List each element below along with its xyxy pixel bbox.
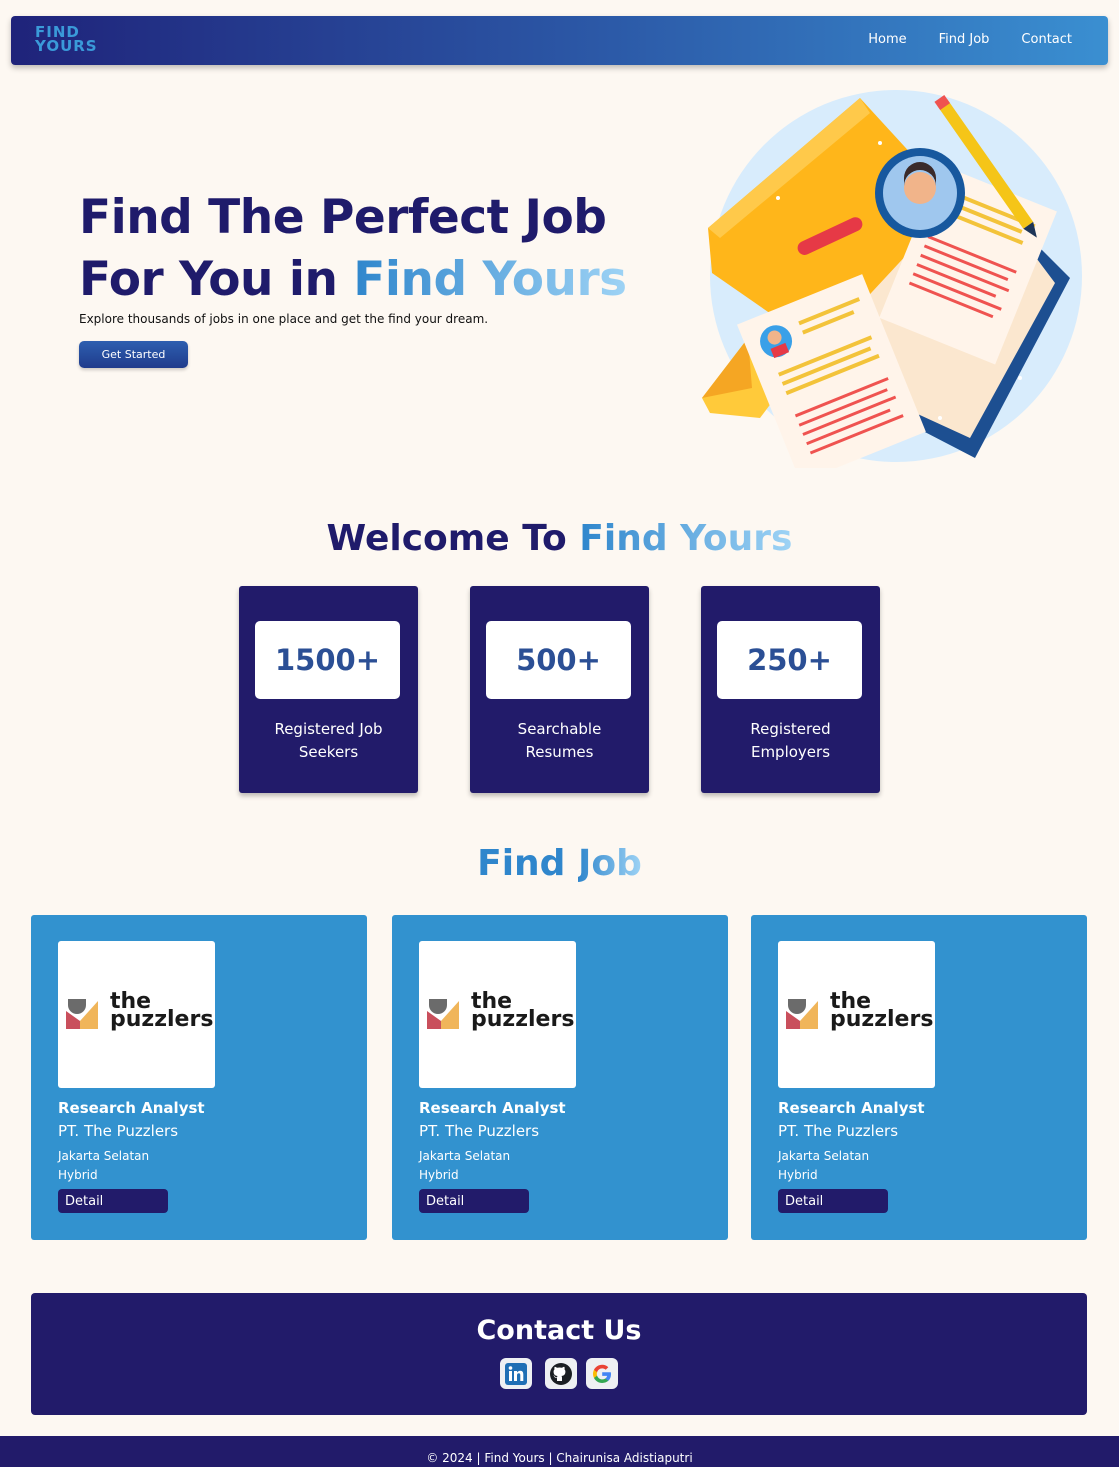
logo-word-puzzlers: puzzlers <box>830 1007 934 1032</box>
job-type: Hybrid <box>419 1168 459 1182</box>
github-icon[interactable] <box>545 1358 577 1389</box>
hero-subtitle: Explore thousands of jobs in one place a… <box>79 312 489 326</box>
job-company: PT. The Puzzlers <box>419 1122 540 1140</box>
stat-label: Searchable Resumes <box>470 718 649 764</box>
logo-word-puzzlers: puzzlers <box>110 1007 214 1032</box>
job-search-illustration <box>702 90 1082 468</box>
nav-find-job[interactable]: Find Job <box>939 32 990 47</box>
company-logo: the puzzlers <box>778 941 935 1088</box>
hero-title-line1: Find The Perfect Job <box>79 190 607 245</box>
job-location: Jakarta Selatan <box>778 1149 870 1163</box>
stat-value: 250+ <box>717 621 862 699</box>
detail-button[interactable]: Detail <box>419 1189 529 1213</box>
stat-card-job-seekers: 1500+ Registered Job Seekers <box>239 586 418 793</box>
get-started-button[interactable]: Get Started <box>79 341 188 368</box>
job-location: Jakarta Selatan <box>419 1149 511 1163</box>
stat-label-line1: Registered <box>750 720 831 738</box>
company-logo: the puzzlers <box>419 941 576 1088</box>
job-type: Hybrid <box>778 1168 818 1182</box>
welcome-prefix: Welcome To <box>326 518 580 559</box>
stat-value: 1500+ <box>255 621 400 699</box>
stat-card-employers: 250+ Registered Employers <box>701 586 880 793</box>
logo-word-puzzlers: puzzlers <box>471 1007 575 1032</box>
footer-text: © 2024 | Find Yours | Chairunisa Adistia… <box>426 1451 693 1465</box>
find-job-title-part2: Job <box>577 843 642 884</box>
job-company: PT. The Puzzlers <box>778 1122 899 1140</box>
nav-home[interactable]: Home <box>868 32 906 47</box>
welcome-title: Welcome To Find Yours <box>0 518 1119 559</box>
stat-label-line2: Seekers <box>298 743 359 761</box>
job-title: Research Analyst <box>58 1099 205 1117</box>
stat-label-line1: Searchable <box>517 720 602 738</box>
contact-section: Contact Us <box>31 1293 1087 1415</box>
nav-contact[interactable]: Contact <box>1021 32 1072 47</box>
stat-label-line2: Resumes <box>525 743 594 761</box>
puzzlers-logo-icon <box>427 999 459 1029</box>
hero-title-line2: For You in Find Yours <box>79 249 679 311</box>
job-card: the puzzlers Research Analyst PT. The Pu… <box>31 915 367 1240</box>
company-logo: the puzzlers <box>58 941 215 1088</box>
job-title: Research Analyst <box>419 1099 566 1117</box>
stat-label-line1: Registered Job <box>274 720 383 738</box>
hero-title: Find The Perfect Job For You in Find You… <box>79 187 679 311</box>
job-type: Hybrid <box>58 1168 98 1182</box>
nav-links: Home Find Job Contact <box>868 32 1072 47</box>
job-location: Jakarta Selatan <box>58 1149 150 1163</box>
footer: © 2024 | Find Yours | Chairunisa Adistia… <box>0 1436 1119 1467</box>
brand-logo[interactable]: FIND YOURS <box>35 25 97 57</box>
navbar: FIND YOURS Home Find Job Contact <box>11 16 1108 65</box>
hero-title-prefix: For You in <box>79 252 354 307</box>
stat-label: Registered Employers <box>701 718 880 764</box>
job-title: Research Analyst <box>778 1099 925 1117</box>
job-card: the puzzlers Research Analyst PT. The Pu… <box>751 915 1087 1240</box>
google-icon[interactable] <box>586 1358 618 1389</box>
find-job-title-part1: Find <box>477 843 578 884</box>
welcome-accent: Find Yours <box>579 518 793 559</box>
puzzlers-logo-icon <box>66 999 98 1029</box>
find-job-title: Find Job <box>0 843 1119 884</box>
detail-button[interactable]: Detail <box>58 1189 168 1213</box>
job-company: PT. The Puzzlers <box>58 1122 179 1140</box>
linkedin-icon[interactable] <box>500 1358 532 1389</box>
stat-label: Registered Job Seekers <box>239 718 418 764</box>
stat-value: 500+ <box>486 621 631 699</box>
hero-title-accent: Find Yours <box>353 252 627 307</box>
stat-card-resumes: 500+ Searchable Resumes <box>470 586 649 793</box>
job-card: the puzzlers Research Analyst PT. The Pu… <box>392 915 728 1240</box>
contact-title: Contact Us <box>476 1315 642 1346</box>
detail-button[interactable]: Detail <box>778 1189 888 1213</box>
stat-label-line2: Employers <box>750 743 831 761</box>
logo-line2: YOURS <box>35 37 98 55</box>
puzzlers-logo-icon <box>786 999 818 1029</box>
